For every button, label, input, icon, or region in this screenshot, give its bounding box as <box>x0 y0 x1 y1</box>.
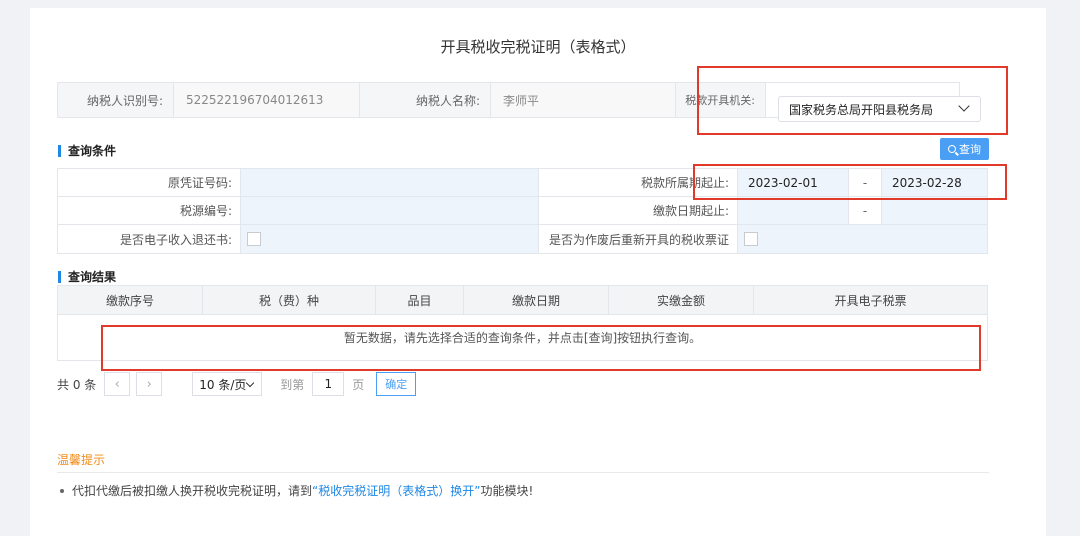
query-button[interactable]: 查询 <box>940 138 989 160</box>
tips-title: 温馨提示 <box>57 453 106 467</box>
goto-label: 到第 <box>280 377 305 392</box>
total-count: 共 0 条 <box>57 377 97 392</box>
next-page-button[interactable]: › <box>136 372 163 396</box>
page-size-select[interactable]: 10 条/页 <box>192 372 263 396</box>
col-header: 品目 <box>376 286 464 314</box>
col-header: 实缴金额 <box>609 286 754 314</box>
original-voucher-input[interactable] <box>241 169 539 196</box>
taxpayer-id-value: 522522196704012613 <box>174 83 360 117</box>
results-header: 缴款序号 税（费）种 品目 缴款日期 实缴金额 开具电子税票 <box>57 285 988 315</box>
taxpayer-name-label: 纳税人名称: <box>360 83 491 117</box>
search-icon <box>948 145 956 153</box>
cond-row: 税源编号: 缴款日期起止: - <box>58 197 987 225</box>
col-header: 缴款日期 <box>464 286 609 314</box>
payment-date-label: 缴款日期起止: <box>539 197 738 224</box>
tax-source-label: 税源编号: <box>58 197 241 224</box>
results-section-title: 查询结果 <box>58 271 116 283</box>
tax-source-input[interactable] <box>241 197 539 224</box>
reissue-module-link[interactable]: “税收完税证明（表格式）换开” <box>312 482 480 499</box>
page-number-input[interactable]: 1 <box>312 372 345 396</box>
col-header: 开具电子税票 <box>834 293 907 308</box>
e-refund-label: 是否电子收入退还书: <box>58 225 241 253</box>
taxpayer-id-label: 纳税人识别号: <box>58 83 174 117</box>
page-title: 开具税收完税证明（表格式） <box>440 38 636 56</box>
query-button-label: 查询 <box>959 143 981 156</box>
page-size-value: 10 条/页 <box>199 377 247 392</box>
prev-page-button[interactable]: ‹ <box>104 372 131 396</box>
col-header: 税（费）种 <box>203 286 376 314</box>
bullet-icon <box>60 488 64 493</box>
cond-row: 是否电子收入退还书: 是否为作废后重新开具的税收票证 <box>58 225 987 253</box>
original-voucher-label: 原凭证号码: <box>58 169 241 196</box>
taxpayer-name-value: 李师平 <box>491 83 676 117</box>
page-unit-label: 页 <box>352 377 365 392</box>
annotation-box-tax-period <box>693 164 1007 200</box>
reissue-cell <box>738 225 987 253</box>
e-refund-checkbox[interactable] <box>247 232 261 246</box>
payment-date-end-input[interactable] <box>882 197 987 224</box>
confirm-page-button[interactable]: 确定 <box>376 372 417 396</box>
col-header: 缴款序号 <box>58 286 203 314</box>
reissue-label: 是否为作废后重新开具的税收票证 <box>539 225 738 253</box>
chevron-down-icon <box>246 378 255 388</box>
divider <box>57 472 989 473</box>
tips-text: 代扣代缴后被扣缴人换开税收完税证明，请到 “税收完税证明（表格式）换开” 功能模… <box>57 482 533 499</box>
e-refund-cell <box>241 225 539 253</box>
payment-date-start-input[interactable] <box>738 197 849 224</box>
annotation-box-empty-result <box>101 325 981 371</box>
range-separator: - <box>849 197 882 224</box>
tips-text-before: 代扣代缴后被扣缴人换开税收完税证明，请到 <box>72 484 313 498</box>
query-section-title: 查询条件 <box>58 145 116 157</box>
annotation-box-authority <box>697 66 1008 135</box>
pagination: 共 0 条 ‹ › 10 条/页 到第 1 页 确定 <box>57 372 417 396</box>
reissue-checkbox[interactable] <box>744 232 758 246</box>
tips-text-after: 功能模块! <box>480 484 534 498</box>
